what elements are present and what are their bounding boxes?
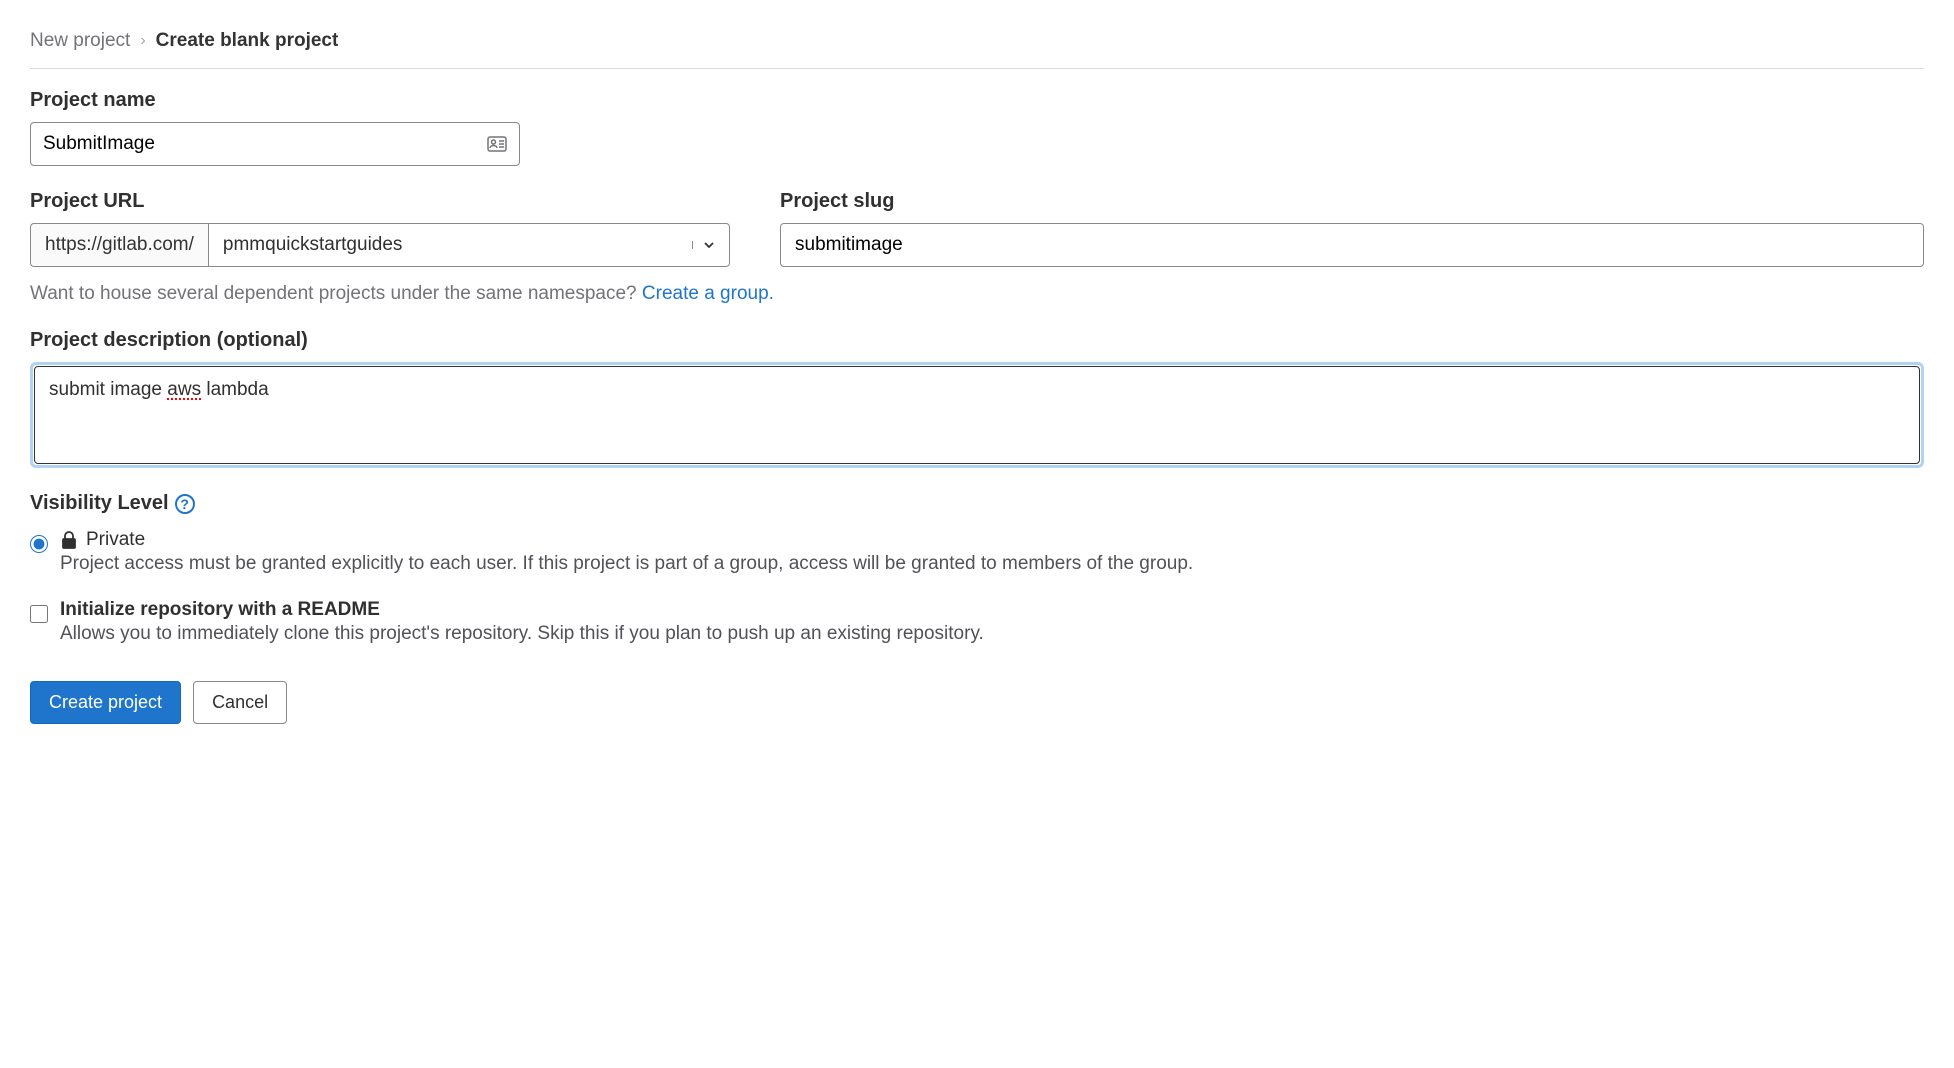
project-name-input-wrap[interactable] (30, 122, 520, 166)
namespace-value: pmmquickstartguides (223, 234, 403, 256)
project-description-textarea[interactable]: submit image aws lambda (34, 366, 1920, 464)
breadcrumb: New project › Create blank project (30, 30, 1924, 69)
chevron-down-icon (692, 241, 715, 249)
project-description-group: Project description (optional) submit im… (30, 329, 1924, 468)
contact-card-icon (487, 136, 507, 152)
project-url-label: Project URL (30, 190, 730, 213)
lock-icon (60, 530, 78, 550)
project-slug-input[interactable] (780, 223, 1924, 267)
chevron-right-icon: › (140, 32, 145, 50)
visibility-label: Visibility Level (30, 492, 169, 515)
project-name-input[interactable] (43, 133, 487, 155)
project-description-label: Project description (optional) (30, 329, 1924, 352)
create-group-link[interactable]: Create a group. (642, 283, 774, 304)
project-name-label: Project name (30, 89, 1924, 112)
visibility-private-title: Private (86, 529, 145, 551)
project-name-group: Project name (30, 89, 1924, 166)
readme-group: Initialize repository with a README Allo… (30, 599, 1924, 645)
project-url-base: https://gitlab.com/ (30, 223, 208, 267)
create-project-button[interactable]: Create project (30, 681, 181, 724)
description-focus-ring: submit image aws lambda (30, 362, 1924, 468)
project-slug-label: Project slug (780, 190, 1924, 213)
visibility-private-radio[interactable] (30, 535, 48, 553)
readme-checkbox[interactable] (30, 605, 48, 623)
visibility-private-desc: Project access must be granted explicitl… (60, 553, 1924, 575)
project-url-group: Project URL https://gitlab.com/ pmmquick… (30, 190, 730, 267)
namespace-hint-text: Want to house several dependent projects… (30, 283, 642, 304)
namespace-select[interactable]: pmmquickstartguides (208, 223, 730, 267)
visibility-group: Visibility Level ? Private Project acces… (30, 492, 1924, 575)
project-slug-group: Project slug (780, 190, 1924, 267)
form-actions: Create project Cancel (30, 681, 1924, 724)
help-icon[interactable]: ? (175, 494, 195, 514)
readme-title: Initialize repository with a README (60, 599, 984, 621)
cancel-button[interactable]: Cancel (193, 681, 287, 724)
breadcrumb-current: Create blank project (156, 30, 339, 52)
breadcrumb-parent-link[interactable]: New project (30, 30, 130, 52)
readme-desc: Allows you to immediately clone this pro… (60, 623, 984, 645)
